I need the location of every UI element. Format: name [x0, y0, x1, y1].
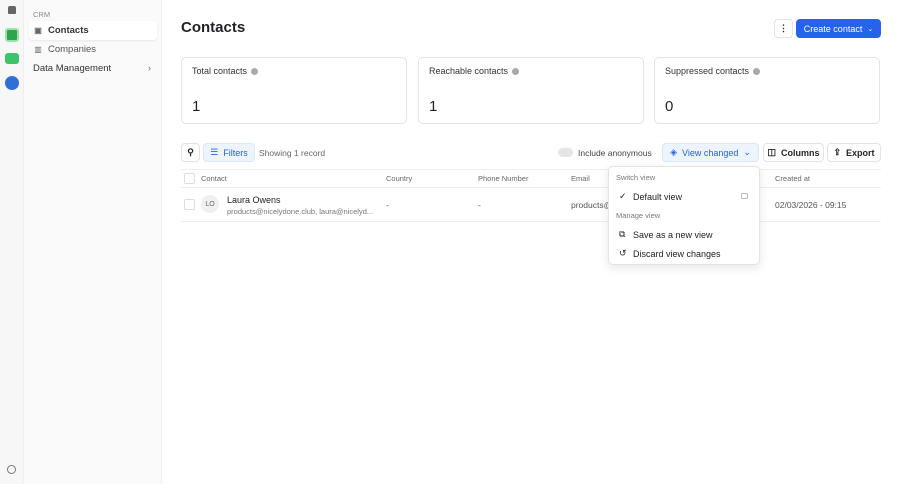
view-selector-button[interactable]: ◈ View changed ⌄ — [662, 143, 759, 162]
stat-value: 1 — [429, 98, 438, 115]
button-label: Filters — [223, 147, 248, 158]
check-icon: ✓ — [619, 191, 627, 201]
kebab-icon: ⋮ — [779, 23, 788, 33]
main-content: Contacts ⋮ Create contact ⌄ Total contact… — [162, 0, 900, 484]
email-cell: products@ — [571, 200, 613, 210]
sidebar-item-label: Companies — [48, 44, 97, 55]
column-header-contact[interactable]: Contact — [201, 174, 227, 183]
chevron-right-icon: › — [147, 63, 151, 74]
crm-app-icon[interactable] — [5, 28, 19, 42]
button-label: Export — [846, 147, 875, 158]
button-label: View changed — [681, 147, 739, 158]
search-icon: ⚲ — [187, 147, 194, 157]
stat-label: Suppressed contacts — [665, 66, 750, 76]
menu-item-label: Default view — [633, 191, 683, 202]
upload-icon: ⇪ — [833, 147, 842, 157]
column-header-created-at[interactable]: Created at — [775, 174, 810, 183]
record-count: Showing 1 record — [259, 148, 326, 158]
home-icon[interactable] — [8, 6, 16, 14]
more-options-button[interactable]: ⋮ — [774, 19, 793, 38]
view-dropdown-menu: Switch view ✓ Default view Manage view ⧉ S… — [608, 166, 760, 265]
menu-item-label: Discard view changes — [633, 248, 721, 259]
menu-item-label: Save as a new view — [633, 229, 713, 240]
info-icon[interactable] — [512, 68, 520, 75]
button-label: Columns — [781, 147, 820, 158]
include-anonymous-toggle[interactable] — [558, 148, 573, 157]
sidebar-section-crm: CRM — [33, 10, 51, 19]
created-at-cell: 02/03/2026 - 09:15 — [775, 200, 847, 210]
menu-item-save-new-view[interactable]: ⧉ Save as a new view — [619, 229, 713, 240]
copy-icon: ⧉ — [619, 229, 626, 239]
sidebar-item-contacts[interactable]: ▣ Contacts — [29, 21, 157, 40]
page-title: Contacts — [181, 19, 246, 36]
columns-button[interactable]: ◫ Columns — [763, 143, 824, 162]
help-icon[interactable] — [7, 465, 16, 474]
country-cell: - — [386, 200, 389, 210]
stat-card-total: Total contacts 1 — [181, 57, 407, 124]
contact-book-icon: ▣ — [34, 26, 42, 35]
building-icon: ▥ — [34, 45, 42, 54]
stat-label: Total contacts — [192, 66, 248, 76]
columns-icon: ◫ — [767, 147, 776, 157]
menu-section-switch-view: Switch view — [616, 173, 656, 182]
contact-emails: products@nicelydone.club, laura@nicelyd.… — [227, 207, 374, 216]
chevron-down-icon: ⌄ — [743, 147, 751, 157]
contact-name[interactable]: Laura Owens — [227, 195, 281, 205]
integrations-app-icon[interactable] — [5, 76, 19, 90]
sidebar-item-label: Data Management — [33, 63, 112, 74]
undo-icon: ↺ — [619, 248, 627, 258]
filters-button[interactable]: ☰ Filters — [203, 143, 255, 162]
column-header-email[interactable]: Email — [571, 174, 590, 183]
chevron-down-icon: ⌄ — [867, 25, 874, 33]
export-button[interactable]: ⇪ Export — [827, 143, 881, 162]
menu-item-discard-changes[interactable]: ↺ Discard view changes — [619, 248, 721, 259]
column-header-phone[interactable]: Phone Number — [478, 174, 528, 183]
filter-icon: ☰ — [210, 147, 219, 157]
stat-value: 1 — [192, 98, 201, 115]
sidebar-item-data-management[interactable]: Data Management › — [29, 59, 157, 78]
info-icon[interactable] — [251, 68, 259, 75]
campaign-app-icon[interactable] — [5, 53, 19, 64]
button-label: Create contact — [803, 23, 863, 34]
info-icon[interactable] — [753, 68, 761, 75]
sidebar-item-companies[interactable]: ▥ Companies — [29, 40, 157, 59]
menu-section-manage-view: Manage view — [616, 211, 661, 220]
column-header-country[interactable]: Country — [386, 174, 412, 183]
include-anonymous-label: Include anonymous — [578, 148, 652, 158]
sidebar: CRM ▣ Contacts ▥ Companies Data Management… — [24, 0, 162, 484]
layers-icon: ◈ — [670, 147, 677, 157]
select-all-checkbox[interactable] — [184, 173, 195, 184]
search-button[interactable]: ⚲ — [181, 143, 200, 162]
create-contact-button[interactable]: Create contact ⌄ — [796, 19, 881, 38]
lock-icon — [741, 193, 748, 199]
stat-value: 0 — [665, 98, 674, 115]
menu-item-default-view[interactable]: ✓ Default view — [619, 191, 682, 202]
avatar: LO — [201, 195, 219, 213]
app-rail — [0, 0, 24, 484]
stat-card-suppressed: Suppressed contacts 0 — [654, 57, 880, 124]
sidebar-item-label: Contacts — [48, 25, 89, 36]
phone-cell: - — [478, 200, 481, 210]
stat-label: Reachable contacts — [429, 66, 509, 76]
stat-card-reachable: Reachable contacts 1 — [418, 57, 644, 124]
row-checkbox[interactable] — [184, 199, 195, 210]
